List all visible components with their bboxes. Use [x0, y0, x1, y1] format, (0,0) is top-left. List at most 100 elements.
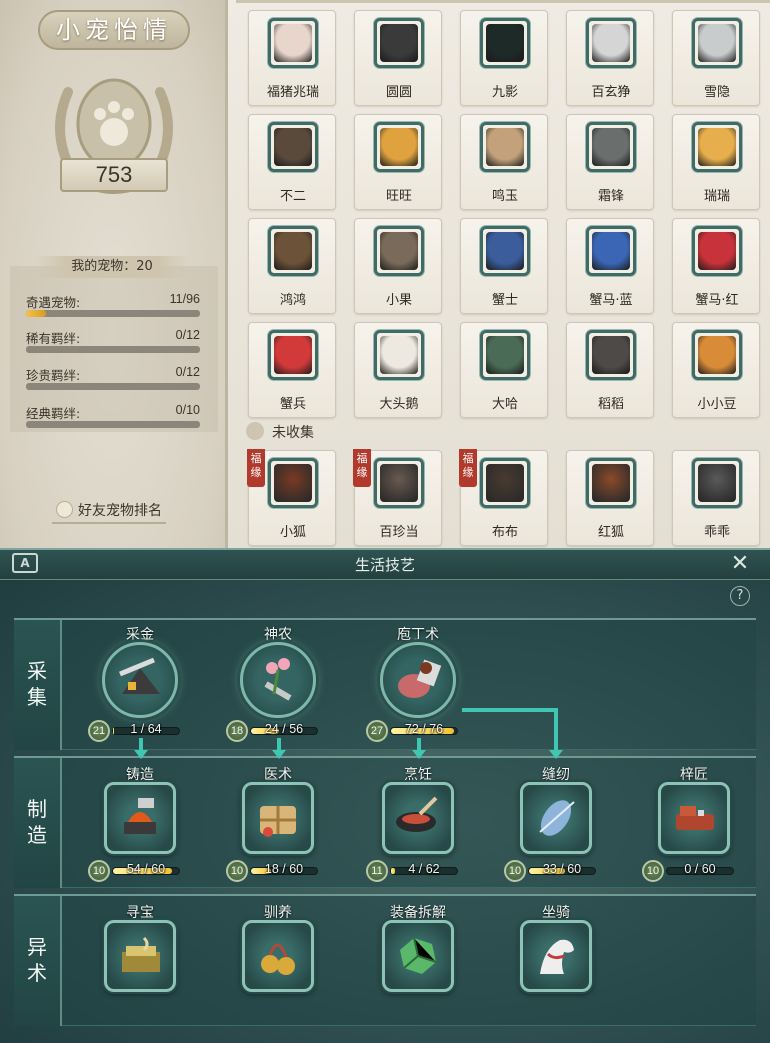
skill-craft[interactable]: 梓匠 0 / 60 10	[642, 764, 744, 886]
pet-card[interactable]: 稻稻	[566, 322, 654, 418]
pet-card[interactable]: 九影	[460, 10, 548, 106]
pet-name: 百玄狰	[591, 85, 631, 100]
skill-craft[interactable]: 缝纫 33 / 60 10	[504, 764, 606, 886]
pickaxe-ore-icon	[119, 657, 160, 694]
skill-misc[interactable]: 坐骑	[506, 902, 606, 1024]
pet-card[interactable]: 旺旺	[354, 114, 442, 210]
skill-craft[interactable]: 铸造 54 / 60 10	[88, 764, 190, 886]
pet-card[interactable]: 蟹士	[460, 218, 548, 314]
skill-level-badge: 18	[226, 720, 248, 742]
skill-name: 医术	[264, 767, 292, 783]
life-skills-panel: A 生活技艺 ✕ ? 采 集 制 造 异 术 采金 1 / 64 21 神农 24 / …	[0, 548, 770, 1043]
pet-silhouette-icon	[592, 464, 630, 502]
pet-silhouette-icon	[486, 464, 524, 502]
skill-name: 铸造	[126, 767, 154, 783]
red-crab-icon	[274, 336, 312, 374]
pet-card[interactable]: 大哈	[460, 322, 548, 418]
skill-misc[interactable]: 装备拆解	[368, 902, 468, 1024]
uncollected-pet-card[interactable]: 红狐	[566, 450, 654, 546]
row-label-char: 术	[27, 961, 47, 985]
pet-silhouette-icon	[380, 464, 418, 502]
close-button[interactable]: ✕	[728, 552, 752, 576]
pet-card[interactable]: 雪隐	[672, 10, 760, 106]
skill-icon-frame	[658, 782, 730, 854]
pet-portrait-frame	[586, 18, 636, 68]
stat-progress-bar	[26, 383, 200, 390]
divider	[236, 0, 770, 3]
pet-portrait-frame	[374, 122, 424, 172]
pet-portrait-frame	[374, 18, 424, 68]
skill-icon-frame	[104, 782, 176, 854]
pet-name: 布布	[491, 525, 518, 540]
pet-name: 蟹马·红	[695, 293, 739, 308]
treasure-map-icon	[122, 936, 160, 972]
shiba-icon	[380, 128, 418, 166]
skill-name: 寻宝	[126, 905, 154, 921]
pet-card[interactable]: 鸣玉	[460, 114, 548, 210]
pet-name: 乖乖	[703, 525, 730, 540]
pet-name: 雪隐	[703, 85, 730, 100]
pet-card[interactable]: 圆圆	[354, 10, 442, 106]
pet-card[interactable]: 大头鹅	[354, 322, 442, 418]
skill-progress-text: 1 / 64	[130, 722, 162, 736]
skill-progress-text: 24 / 56	[264, 722, 304, 736]
panel-header: A 生活技艺 ✕	[0, 550, 770, 580]
pet-card[interactable]: 瑞瑞	[672, 114, 760, 210]
badger-icon	[592, 336, 630, 374]
panel-title: 小宠怡情	[38, 10, 190, 50]
pet-name: 福猪兆瑞	[266, 85, 319, 100]
skill-level-badge: 10	[642, 860, 664, 882]
pet-card[interactable]: 蟹马·蓝	[566, 218, 654, 314]
skill-icon-frame	[242, 920, 314, 992]
skill-progress-text: 0 / 60	[684, 862, 716, 876]
connector-line	[554, 708, 558, 752]
skill-misc[interactable]: 驯养	[228, 902, 328, 1024]
pet-silhouette-icon	[274, 464, 312, 502]
skill-gather[interactable]: 庖丁术 72 / 76 27	[366, 624, 468, 746]
pet-card[interactable]: 霜锋	[566, 114, 654, 210]
uncollected-pet-card[interactable]: 布布 福缘	[459, 449, 548, 546]
pet-portrait-frame	[268, 122, 318, 172]
arrow-down-icon	[549, 750, 563, 759]
pet-card[interactable]: 不二	[248, 114, 336, 210]
collection-score: 753	[60, 158, 168, 192]
pet-name: 小果	[385, 293, 412, 308]
skill-progress-text: 72 / 76	[404, 722, 444, 736]
uncollected-pet-card[interactable]: 乖乖	[672, 450, 760, 546]
uncollected-pet-card[interactable]: 百珍当 福缘	[353, 449, 442, 546]
stat-value: 11/96	[169, 292, 200, 306]
skill-craft[interactable]: 医术 18 / 60 10	[226, 764, 328, 886]
pet-name: 瑞瑞	[703, 189, 730, 204]
raccoon-icon	[380, 24, 418, 62]
skill-level-badge: 21	[88, 720, 110, 742]
bells-icon	[261, 943, 295, 975]
uncollected-pet-card[interactable]: 小狐 福缘	[247, 449, 336, 546]
pet-card[interactable]: 鸿鸿	[248, 218, 336, 314]
pet-card[interactable]: 蟹马·红	[672, 218, 760, 314]
pet-portrait-frame	[692, 18, 742, 68]
pet-portrait-frame	[692, 330, 742, 380]
help-button[interactable]: ?	[730, 586, 750, 606]
toad-icon	[486, 336, 524, 374]
skill-name: 坐骑	[542, 905, 570, 921]
pet-portrait-frame	[586, 458, 636, 508]
skill-gather[interactable]: 采金 1 / 64 21	[88, 624, 190, 746]
skill-gather[interactable]: 神农 24 / 56 18	[226, 624, 328, 746]
pet-card[interactable]: 小果	[354, 218, 442, 314]
friend-pet-ranking-link[interactable]: 好友宠物排名	[52, 500, 166, 524]
pet-card[interactable]: 蟹兵	[248, 322, 336, 418]
skill-craft[interactable]: 烹饪 4 / 62 11	[366, 764, 468, 886]
white-cat-icon	[592, 24, 630, 62]
skill-icon-frame	[380, 642, 456, 718]
row-label-char: 制	[27, 797, 47, 821]
fortune-tag: 福缘	[247, 449, 265, 487]
stat-progress-bar	[26, 346, 200, 353]
row-label-char: 采	[27, 659, 47, 683]
pet-portrait-frame	[480, 18, 530, 68]
medicine-pack-icon	[260, 806, 296, 837]
skill-misc[interactable]: 寻宝	[90, 902, 190, 1024]
pet-card[interactable]: 福猪兆瑞	[248, 10, 336, 106]
pet-card[interactable]: 小小豆	[672, 322, 760, 418]
pet-card[interactable]: 百玄狰	[566, 10, 654, 106]
skill-name: 神农	[264, 627, 292, 643]
